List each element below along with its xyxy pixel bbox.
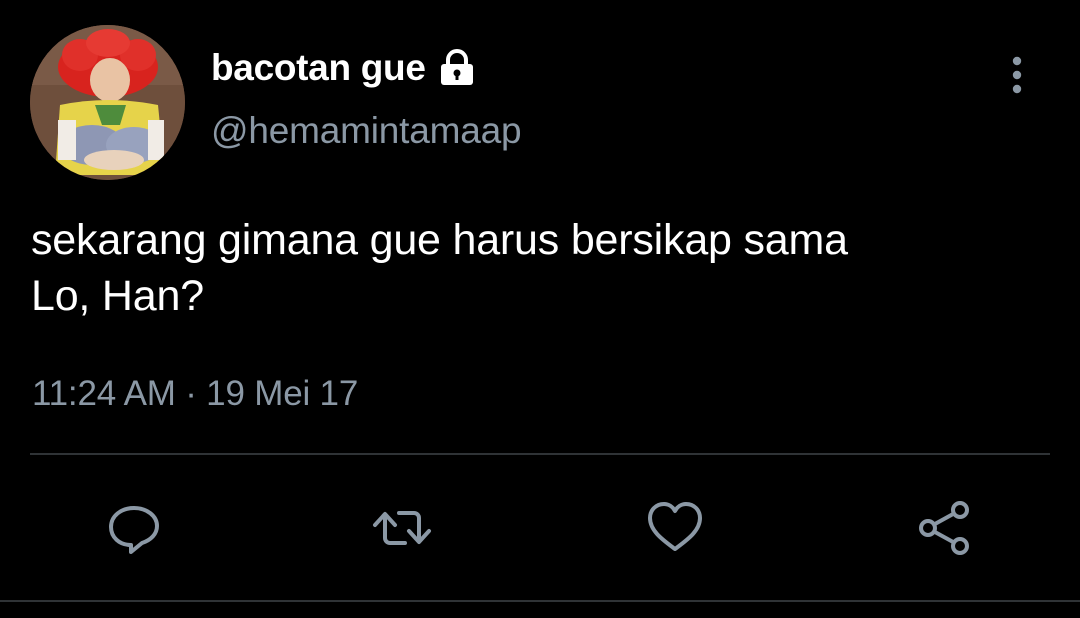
avatar[interactable]	[30, 25, 185, 180]
bottom-divider	[0, 600, 1080, 602]
reply-icon	[109, 506, 159, 554]
tweet-text-line: Lo, Han?	[31, 272, 204, 320]
tweet-text: sekarang gimana gue harus bersikap sama …	[31, 212, 1071, 324]
display-name[interactable]: bacotan gue	[211, 47, 426, 89]
avatar-image	[30, 25, 185, 180]
retweet-icon	[373, 511, 431, 545]
like-button[interactable]	[645, 498, 705, 558]
share-icon	[919, 501, 969, 555]
more-options-icon[interactable]	[1001, 55, 1033, 95]
divider	[30, 453, 1050, 455]
display-name-row: bacotan gue	[211, 42, 477, 94]
user-handle[interactable]: @hemamintamaap	[211, 110, 522, 152]
lock-icon	[437, 48, 477, 88]
retweet-button[interactable]	[372, 498, 432, 558]
heart-icon	[648, 502, 702, 551]
reply-button[interactable]	[104, 498, 164, 558]
tweet-timestamp[interactable]: 11:24 AM · 19 Mei 17	[32, 374, 358, 414]
tweet-text-line: sekarang gimana gue harus bersikap sama	[31, 216, 848, 264]
tweet-card: bacotan gue @hemamintamaap sekarang gima…	[0, 0, 1080, 618]
share-button[interactable]	[915, 498, 975, 558]
